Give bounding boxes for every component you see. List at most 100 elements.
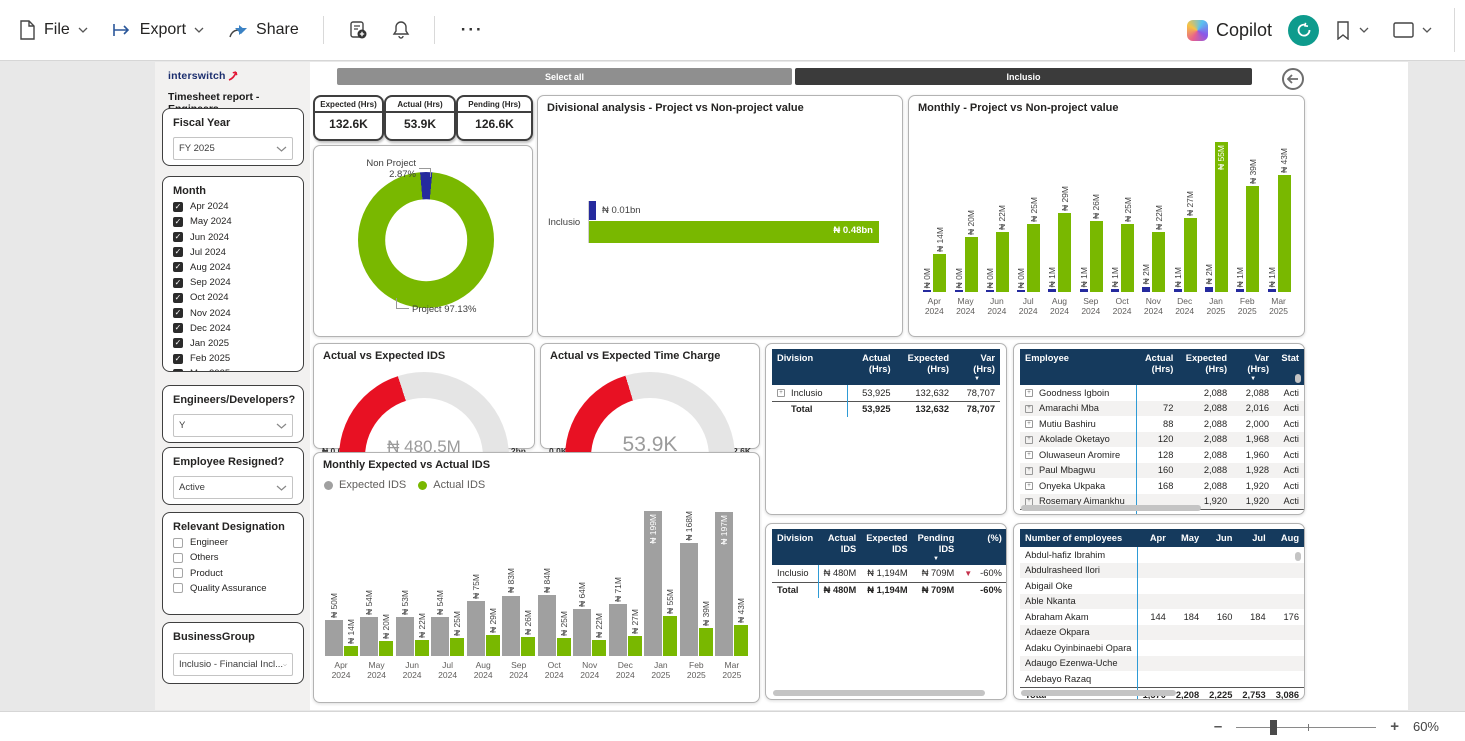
business-group-dropdown[interactable]: Inclusio - Financial Incl... xyxy=(173,653,293,676)
expand-icon[interactable]: + xyxy=(1025,389,1033,397)
file-menu[interactable]: File xyxy=(10,14,96,46)
column-header[interactable]: Var (Hrs)▼ xyxy=(1232,349,1274,385)
ids-gauge[interactable]: ₦ 480.5M xyxy=(339,372,509,457)
checkbox-option[interactable]: Others xyxy=(173,552,293,563)
nonproject-bar[interactable] xyxy=(1080,289,1088,292)
expected-ids-bar[interactable] xyxy=(680,543,698,656)
expected-ids-bar[interactable] xyxy=(538,595,556,656)
actual-ids-bar[interactable] xyxy=(379,641,393,656)
expand-icon[interactable]: + xyxy=(1025,420,1033,428)
column-header[interactable]: Employee xyxy=(1020,349,1136,385)
export-menu[interactable]: Export xyxy=(104,15,212,45)
checkbox-option[interactable]: ✓Oct 2024 xyxy=(173,292,293,303)
project-bar[interactable]: ₦ 0.48bn xyxy=(589,221,879,243)
expand-icon[interactable]: + xyxy=(1025,405,1033,413)
actual-ids-bar[interactable] xyxy=(699,628,713,656)
column-header[interactable]: Apr xyxy=(1137,529,1171,547)
horizontal-scrollbar[interactable] xyxy=(1021,690,1176,696)
checked-checkbox-icon[interactable]: ✓ xyxy=(173,369,183,372)
unchecked-checkbox-icon[interactable] xyxy=(173,538,183,548)
expand-icon[interactable]: + xyxy=(777,389,785,397)
project-bar[interactable] xyxy=(1027,224,1040,292)
checkbox-option[interactable]: ✓Mar 2025 xyxy=(173,368,293,372)
share-button[interactable]: Share xyxy=(220,15,307,45)
actual-ids-bar[interactable] xyxy=(734,625,748,656)
expand-icon[interactable]: + xyxy=(1025,451,1033,459)
table-row[interactable]: Abraham Akam144184160184176 xyxy=(1020,609,1304,625)
project-bar[interactable] xyxy=(933,254,946,292)
vertical-scrollbar[interactable] xyxy=(1295,552,1301,561)
tab-inclusio[interactable]: Inclusio xyxy=(795,68,1252,85)
actual-ids-bar[interactable] xyxy=(521,637,535,656)
actual-ids-bar[interactable] xyxy=(344,646,358,656)
table-row[interactable]: +Akolade Oketayo1202,0881,968Acti xyxy=(1020,432,1304,448)
table-row[interactable]: Abigail Oke xyxy=(1020,578,1304,594)
nonproject-bar[interactable] xyxy=(955,290,963,292)
actual-ids-bar[interactable] xyxy=(628,636,642,656)
legend-label[interactable]: Expected IDS xyxy=(339,479,406,491)
expected-ids-bar[interactable] xyxy=(360,617,378,656)
nonproject-bar[interactable] xyxy=(1142,287,1150,292)
checkbox-option[interactable]: ✓Aug 2024 xyxy=(173,262,293,273)
copilot-button[interactable]: Copilot xyxy=(1179,14,1280,47)
nonproject-bar[interactable] xyxy=(923,290,931,292)
checked-checkbox-icon[interactable]: ✓ xyxy=(173,202,183,212)
project-bar[interactable] xyxy=(1058,213,1071,292)
nonproject-bar[interactable] xyxy=(1048,289,1056,292)
table-row[interactable]: Adaeze Okpara xyxy=(1020,625,1304,641)
back-button[interactable] xyxy=(1282,68,1304,90)
expected-ids-bar[interactable] xyxy=(502,596,520,656)
expected-ids-bar[interactable] xyxy=(431,617,449,656)
expected-ids-bar[interactable]: ₦ 199M xyxy=(644,511,662,656)
table-row[interactable]: +Goodness Igboin2,0882,088Acti xyxy=(1020,385,1304,401)
project-bar[interactable] xyxy=(1184,218,1197,292)
nonproject-bar[interactable] xyxy=(1017,290,1025,292)
legend-label[interactable]: Actual IDS xyxy=(433,479,485,491)
checked-checkbox-icon[interactable]: ✓ xyxy=(173,308,183,318)
table-row[interactable]: Inclusio₦ 480M₦ 1,194M₦ 709M▼-60% xyxy=(772,565,1007,582)
checked-checkbox-icon[interactable]: ✓ xyxy=(173,293,183,303)
nonproject-bar[interactable] xyxy=(1236,289,1244,292)
nonproject-bar[interactable] xyxy=(1268,289,1276,292)
checkbox-option[interactable]: ✓Dec 2024 xyxy=(173,323,293,334)
column-header[interactable]: Actual IDS xyxy=(818,529,861,565)
fiscal-year-dropdown[interactable]: FY 2025 xyxy=(173,137,293,160)
checked-checkbox-icon[interactable]: ✓ xyxy=(173,262,183,272)
table-row[interactable]: Adebayo Razaq xyxy=(1020,671,1304,687)
checkbox-option[interactable]: Engineer xyxy=(173,537,293,548)
expected-ids-bar[interactable] xyxy=(325,620,343,656)
resigned-dropdown[interactable]: Active xyxy=(173,476,293,499)
tab-select-all[interactable]: Select all xyxy=(337,68,792,85)
zoom-in-button[interactable]: + xyxy=(1390,719,1399,734)
unchecked-checkbox-icon[interactable] xyxy=(173,583,183,593)
table-row[interactable]: +Oluwaseun Aromire1282,0881,960Acti xyxy=(1020,447,1304,463)
checked-checkbox-icon[interactable]: ✓ xyxy=(173,323,183,333)
column-header[interactable]: Expected IDS xyxy=(861,529,912,565)
column-header[interactable]: Actual (Hrs) xyxy=(847,349,895,385)
unchecked-checkbox-icon[interactable] xyxy=(173,568,183,578)
actual-ids-bar[interactable] xyxy=(486,635,500,656)
checked-checkbox-icon[interactable]: ✓ xyxy=(173,232,183,242)
column-header[interactable]: Expected (Hrs) xyxy=(1178,349,1232,385)
checkbox-option[interactable]: ✓May 2024 xyxy=(173,216,293,227)
project-bar[interactable] xyxy=(1278,175,1291,292)
horizontal-scrollbar[interactable] xyxy=(1021,505,1201,511)
checkbox-option[interactable]: ✓Jun 2024 xyxy=(173,232,293,243)
table-row[interactable]: Able Nkanta xyxy=(1020,594,1304,610)
nonproject-bar[interactable] xyxy=(986,290,994,292)
zoom-slider-thumb[interactable] xyxy=(1270,720,1277,735)
view-button[interactable] xyxy=(1385,16,1440,44)
column-header[interactable]: Actual (Hrs) xyxy=(1136,349,1178,385)
column-header[interactable]: Jul xyxy=(1237,529,1270,547)
expected-ids-bar[interactable] xyxy=(396,617,414,656)
project-bar[interactable] xyxy=(965,237,978,292)
actual-ids-bar[interactable] xyxy=(450,638,464,656)
bookmarks-button[interactable] xyxy=(1327,15,1377,46)
actual-ids-bar[interactable] xyxy=(592,640,606,656)
project-bar[interactable] xyxy=(1121,224,1134,292)
table-row[interactable]: +Amarachi Mba722,0882,016Acti xyxy=(1020,401,1304,417)
project-bar[interactable]: ₦ 55M xyxy=(1215,142,1228,292)
checkbox-option[interactable]: ✓Jul 2024 xyxy=(173,247,293,258)
column-header[interactable]: Aug xyxy=(1271,529,1304,547)
checked-checkbox-icon[interactable]: ✓ xyxy=(173,217,183,227)
